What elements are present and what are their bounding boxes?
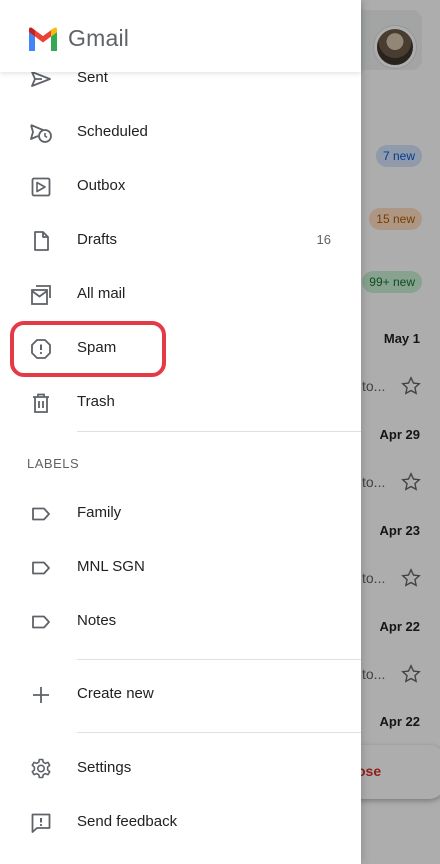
drafts-count: 16: [316, 232, 331, 247]
divider: [77, 732, 361, 733]
labels-section-title: LABELS: [27, 456, 80, 471]
app-name: Gmail: [68, 25, 130, 51]
nav-label-send-feedback: Send feedback: [77, 813, 178, 830]
plus-icon: [33, 687, 49, 703]
nav-item-send-feedback[interactable]: Send feedback: [0, 797, 361, 849]
nav-label-trash: Trash: [77, 393, 115, 410]
nav-item-scheduled[interactable]: Scheduled: [0, 107, 361, 159]
trash-icon: [33, 393, 49, 413]
label-icon: [32, 615, 50, 629]
nav-item-all-mail[interactable]: All mail: [0, 269, 361, 321]
drawer-header: Gmail: [0, 0, 361, 72]
create-new-label-button[interactable]: Create new: [0, 669, 361, 721]
scheduled-send-icon: [30, 124, 52, 143]
all-mail-icon: [31, 285, 51, 305]
nav-label-family: Family: [77, 504, 122, 521]
nav-label-mnl-sgn: MNL SGN: [77, 558, 145, 575]
nav-item-outbox[interactable]: Outbox: [0, 161, 361, 213]
nav-label-drafts: Drafts: [77, 231, 118, 248]
divider: [77, 659, 361, 660]
nav-label-scheduled: Scheduled: [77, 123, 148, 140]
spam-highlight-annotation: [10, 321, 166, 377]
nav-item-label-family[interactable]: Family: [0, 488, 361, 540]
gmail-logo-icon: [29, 27, 57, 51]
nav-item-label-mnl-sgn[interactable]: MNL SGN: [0, 542, 361, 594]
create-new-label: Create new: [77, 685, 154, 702]
nav-label-all-mail: All mail: [77, 285, 126, 302]
nav-item-label-notes[interactable]: Notes: [0, 596, 361, 648]
outbox-icon: [31, 177, 51, 197]
nav-label-notes: Notes: [77, 612, 117, 629]
nav-item-trash[interactable]: Trash: [0, 377, 361, 429]
label-icon: [32, 561, 50, 575]
nav-label-outbox: Outbox: [77, 177, 126, 194]
navigation-drawer: Gmail Sent Scheduled Outbox Drafts 16 Al…: [0, 0, 361, 864]
gear-icon: [31, 758, 51, 779]
draft-file-icon: [34, 231, 49, 251]
nav-item-drafts[interactable]: Drafts 16: [0, 215, 361, 267]
label-icon: [32, 507, 50, 521]
nav-item-settings[interactable]: Settings: [0, 743, 361, 795]
feedback-icon: [31, 813, 51, 833]
nav-label-settings: Settings: [77, 759, 132, 776]
divider: [77, 431, 361, 432]
